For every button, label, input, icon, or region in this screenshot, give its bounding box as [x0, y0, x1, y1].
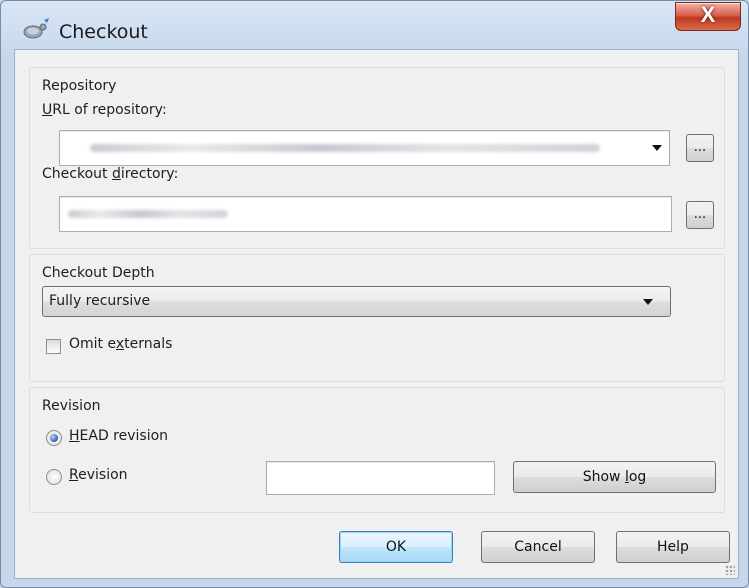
- repository-group: Repository URL of repository: ... Checko…: [29, 67, 725, 249]
- browse-url-button[interactable]: ...: [686, 134, 714, 162]
- head-revision-radio[interactable]: [46, 430, 62, 446]
- revision-label[interactable]: Revision: [69, 467, 128, 483]
- help-button[interactable]: Help: [616, 531, 730, 563]
- show-log-button[interactable]: Show log: [513, 461, 716, 493]
- checkout-depth-select[interactable]: Fully recursive: [42, 286, 671, 317]
- tortoisesvn-checkout-icon: [23, 18, 49, 39]
- chevron-down-icon[interactable]: [643, 299, 653, 305]
- window-title: Checkout: [59, 21, 148, 43]
- close-icon: X: [700, 2, 716, 27]
- checkout-depth-value: Fully recursive: [49, 293, 151, 309]
- checkout-depth-group-title: Checkout Depth: [42, 265, 155, 281]
- url-label: URL of repository:: [42, 102, 167, 118]
- checkout-directory-input[interactable]: [59, 196, 672, 232]
- title-bar[interactable]: Checkout X: [1, 1, 748, 49]
- cancel-button[interactable]: Cancel: [481, 531, 595, 563]
- browse-directory-button[interactable]: ...: [686, 201, 714, 229]
- revision-number-input[interactable]: [266, 461, 495, 495]
- checkout-directory-label: Checkout directory:: [42, 166, 179, 182]
- chevron-down-icon[interactable]: [652, 145, 662, 151]
- dialog-client-area: Repository URL of repository: ... Checko…: [14, 49, 739, 579]
- omit-externals-label[interactable]: Omit externals: [69, 336, 172, 352]
- resize-grip-icon[interactable]: [725, 565, 735, 575]
- checkout-depth-group: Checkout Depth Fully recursive Omit exte…: [29, 254, 725, 382]
- repository-group-title: Repository: [42, 78, 117, 94]
- revision-radio[interactable]: [46, 469, 62, 485]
- revision-group-title: Revision: [42, 398, 101, 414]
- omit-externals-checkbox[interactable]: [46, 339, 61, 354]
- checkout-dialog: Checkout X Repository URL of repository:…: [0, 0, 749, 588]
- head-revision-label[interactable]: HEAD revision: [69, 428, 168, 444]
- url-combobox[interactable]: [59, 130, 670, 166]
- close-button[interactable]: X: [675, 2, 741, 31]
- url-value-redacted: [90, 144, 600, 152]
- ok-button[interactable]: OK: [339, 531, 453, 563]
- directory-value-redacted: [68, 210, 228, 218]
- revision-group: Revision HEAD revision Revision Show log: [29, 387, 725, 513]
